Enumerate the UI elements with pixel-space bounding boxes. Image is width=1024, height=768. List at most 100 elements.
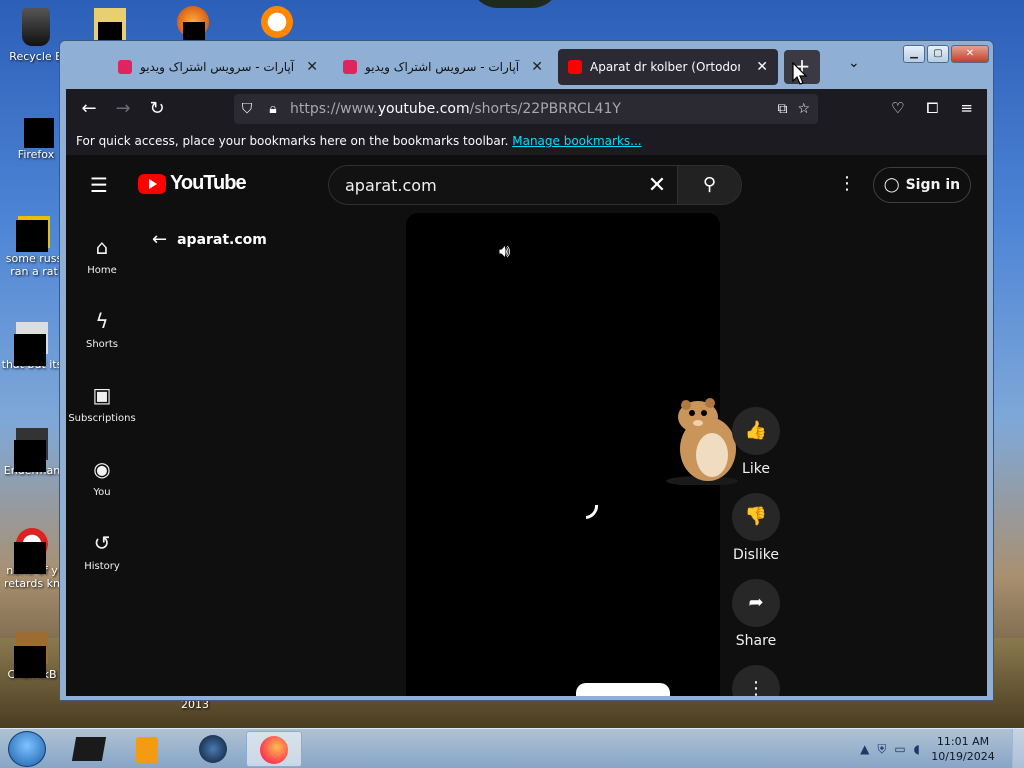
more-actions-button[interactable]: ⋮ [732, 665, 780, 696]
thumbs-down-icon: 👎 [732, 493, 780, 541]
close-tab-icon[interactable]: ✕ [531, 59, 543, 75]
desktop-icon-app3[interactable] [252, 6, 302, 42]
show-hidden-icons-icon[interactable]: ▲ [860, 742, 869, 756]
desktop-icon-none-of-y[interactable]: none of y retards kn [0, 528, 64, 590]
sign-in-label: Sign in [905, 177, 961, 193]
settings-dots-icon[interactable]: ⋮ [838, 173, 856, 194]
like-button[interactable]: 👍 Like [732, 407, 780, 477]
tab-youtube-active[interactable]: Aparat dr kolber (Ortodoncja) - ✕ [558, 49, 778, 85]
shield-icon[interactable]: ⛉ [234, 101, 260, 117]
sidebar-item-history[interactable]: ↺ History [66, 521, 138, 595]
display-icon[interactable]: ▭ [894, 742, 905, 756]
menu-icon[interactable]: ≡ [960, 99, 973, 117]
history-icon: ↺ [93, 531, 111, 555]
clock-time: 11:01 AM [936, 735, 990, 748]
aparat-icon [118, 60, 132, 74]
url-bar[interactable]: ⛉ 🔒︎ https://www.youtube.com/shorts/22PB… [234, 94, 818, 124]
desktop-icon-label: some russ ran a rat [5, 252, 63, 278]
like-label: Like [742, 461, 770, 477]
close-window-button[interactable]: ✕ [951, 45, 989, 63]
bookmarks-hint: For quick access, place your bookmarks h… [76, 134, 509, 148]
volume-tray-icon[interactable]: ◖ [914, 742, 920, 756]
extensions-icon[interactable]: ⧠ [926, 99, 938, 117]
youtube-header: ☰ YouTube aparat.com ✕ ⚲ ⋮ ◯ Sign in [66, 155, 987, 211]
taskbar: ▲ ⛨ ▭ ◖ 11:01 AM 10/19/2024 [0, 728, 1024, 768]
title-bar: آپارات - سرویس اشتراک ویدیو ✕ آپارات - س… [60, 41, 993, 89]
manage-bookmarks-link[interactable]: Manage bookmarks... [512, 134, 641, 148]
opera-icon [14, 528, 48, 574]
file-icon [16, 216, 50, 252]
green-glyph-icon: ▾ [500, 0, 507, 2]
desktop-icon-chomik[interactable]: ChomikB [0, 632, 64, 681]
sidebar-item-home[interactable]: ⌂ Home [66, 225, 138, 299]
firefox-icon [20, 112, 54, 148]
show-desktop-button[interactable] [1012, 729, 1024, 768]
firefox-window: آپارات - سرویس اشتراک ویدیو ✕ آپارات - س… [59, 40, 994, 701]
bookmark-star-icon[interactable]: ☆ [797, 101, 810, 117]
desktop-icon-app2[interactable] [168, 6, 218, 44]
folder-icon [94, 8, 126, 44]
maximize-button[interactable]: ▢ [927, 45, 949, 63]
sidebar-item-label: Home [87, 265, 117, 276]
volume-icon[interactable]: 🔊︎ [499, 241, 510, 262]
sign-in-button[interactable]: ◯ Sign in [873, 167, 971, 203]
search-button[interactable]: ⚲ [677, 166, 741, 204]
loading-spinner-icon [566, 487, 604, 525]
navigation-toolbar: ← → ↻ ⛉ 🔒︎ https://www.youtube.com/short… [66, 89, 987, 127]
desktop-icon-some-russ[interactable]: some russ ran a rat [2, 216, 66, 278]
picture-in-picture-icon[interactable]: ⧉ [777, 101, 787, 117]
start-button[interactable] [8, 731, 46, 767]
tab-aparat-1[interactable]: آپارات - سرویس اشتراک ویدیو ✕ [108, 49, 328, 85]
dislike-button[interactable]: 👎 Dislike [732, 493, 780, 563]
youtube-page: ☰ YouTube aparat.com ✕ ⚲ ⋮ ◯ Sign in ⌂ H… [66, 155, 987, 696]
lock-icon[interactable]: 🔒︎ [260, 101, 286, 117]
sidebar-item-label: Shorts [85, 339, 119, 350]
sidebar-item-you[interactable]: ◉ You [66, 447, 138, 521]
mouse-cursor-icon [792, 61, 808, 90]
dislike-label: Dislike [733, 547, 779, 563]
reload-button[interactable]: ↻ [140, 98, 174, 119]
clear-search-icon[interactable]: ✕ [637, 173, 677, 198]
share-icon: ➦ [732, 579, 780, 627]
desktop-icon-that-but-its[interactable]: that but its [0, 322, 64, 371]
list-all-tabs-button[interactable]: ⌄ [848, 55, 860, 71]
back-label: aparat.com [177, 231, 267, 248]
pocket-icon[interactable]: ♡ [891, 99, 904, 117]
tab-aparat-2[interactable]: آپارات - سرویس اشتراک ویدیو ✕ [333, 49, 553, 85]
sidebar-item-subscriptions[interactable]: ▣ Subscriptions [66, 373, 138, 447]
desktop-icon-enderman[interactable]: Enderman [0, 428, 64, 477]
minimize-button[interactable]: ▁ [903, 45, 925, 63]
tab-title: آپارات - سرویس اشتراک ویدیو [365, 60, 520, 74]
copy-icon [14, 322, 48, 366]
sidebar-item-label: History [84, 561, 120, 572]
taskbar-app-globe[interactable] [186, 731, 242, 767]
search-input[interactable]: aparat.com [329, 176, 637, 195]
guide-menu-icon[interactable]: ☰ [90, 173, 108, 197]
search-box[interactable]: aparat.com ✕ ⚲ [328, 165, 742, 205]
desktop-icon-folder[interactable] [90, 8, 130, 44]
arrow-left-icon: ← [152, 229, 168, 250]
tab-title: آپارات - سرویس اشتراک ویدیو [140, 60, 295, 74]
taskbar-app-firefox[interactable] [246, 731, 302, 767]
close-tab-icon[interactable]: ✕ [756, 59, 768, 75]
forward-button[interactable]: → [106, 98, 140, 119]
video-bottom-pill[interactable] [576, 683, 670, 696]
back-to-channel[interactable]: ← aparat.com [152, 229, 267, 250]
share-label: Share [735, 633, 777, 649]
clock[interactable]: 11:01 AM 10/19/2024 [928, 734, 998, 764]
back-button[interactable]: ← [72, 98, 106, 119]
taskbar-app-terminal[interactable] [62, 731, 118, 767]
url-text[interactable]: https://www.youtube.com/shorts/22PBRRCL4… [290, 101, 621, 117]
aparat-icon [343, 60, 357, 74]
recycle-bin-icon [22, 8, 50, 46]
mini-guide: ⌂ Home ϟ Shorts ▣ Subscriptions ◉ You ↺ … [66, 225, 138, 595]
youtube-logo[interactable]: YouTube [138, 172, 247, 195]
taskbar-app-media[interactable] [120, 731, 176, 767]
subscriptions-icon: ▣ [92, 383, 112, 407]
hamster-icon [14, 632, 48, 678]
share-button[interactable]: ➦ Share [732, 579, 780, 649]
close-tab-icon[interactable]: ✕ [306, 59, 318, 75]
shorts-actions: 👍 Like 👎 Dislike ➦ Share ⋮ [732, 407, 780, 696]
sidebar-item-shorts[interactable]: ϟ Shorts [66, 299, 138, 373]
network-icon[interactable]: ⛨ [877, 742, 886, 757]
